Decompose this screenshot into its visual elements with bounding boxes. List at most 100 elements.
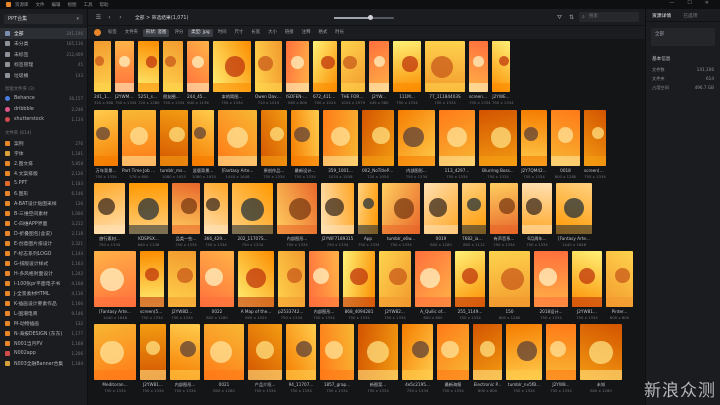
asset-thumbnail[interactable] (248, 324, 282, 380)
asset-thumbnail[interactable] (358, 324, 398, 380)
sidebar-item[interactable]: 5.PPT 1,183 (0, 178, 87, 188)
sidebar-item[interactable]: J-全景素材HTML 4,116 (0, 288, 87, 298)
asset-thumbnail[interactable] (129, 183, 168, 234)
asset-thumbnail[interactable] (556, 183, 592, 234)
sidebar-item[interactable]: N003全融Banner合集 1,184 (0, 358, 87, 368)
asset-thumbnail[interactable] (94, 251, 136, 307)
asset-thumbnail[interactable] (402, 324, 433, 380)
filter-chip[interactable]: 时间 (215, 29, 230, 37)
asset-thumbnail[interactable] (163, 41, 183, 92)
asset-card[interactable]: App 750 x 1334 (358, 183, 380, 250)
sidebar-item[interactable]: M-动物插画 132 (0, 318, 87, 328)
asset-thumbnail[interactable] (187, 41, 209, 92)
asset-card[interactable]: 品类一些... 750 x 1334 (172, 183, 200, 250)
asset-thumbnail[interactable] (546, 324, 576, 380)
sidebar-item[interactable]: A-BAT设计贴图采样 126 (0, 198, 87, 208)
asset-card[interactable]: Owen Davey Ilu...710 x 1015 (255, 41, 282, 108)
asset-card[interactable]: Blurring Boss... 750 x 1334 (479, 110, 517, 182)
sidebar-item[interactable]: Behance 36,157 (0, 94, 87, 105)
menu-item[interactable]: 文件 (36, 2, 45, 8)
asset-thumbnail[interactable] (313, 41, 337, 92)
asset-thumbnail[interactable] (492, 41, 510, 92)
asset-card[interactable]: J2YWE... 750 x 1334 (492, 41, 514, 108)
folder-header[interactable]: 文件夹 (614) (0, 125, 87, 138)
asset-card[interactable]: 竖版背景... 1080 x 1920 (192, 110, 216, 182)
asset-thumbnail[interactable] (424, 183, 458, 234)
asset-card[interactable]: 万年背景... 750 x 1334 (94, 110, 118, 182)
asset-card[interactable]: A_Quilic of... 600 x 800 (415, 251, 451, 323)
asset-card[interactable]: 未知 800 x 1280 (580, 324, 622, 396)
asset-card[interactable]: 359_1001... 1024 x 1536 (323, 110, 358, 182)
asset-thumbnail[interactable] (286, 324, 316, 380)
back-arrow-icon[interactable]: ‹ (105, 13, 114, 22)
asset-thumbnail[interactable] (94, 324, 136, 380)
asset-card[interactable]: J2YW... 445 x 580 (369, 41, 389, 108)
asset-thumbnail[interactable] (439, 110, 475, 166)
asset-card[interactable]: Electronic P... 600 x 800 (473, 324, 502, 396)
asset-thumbnail[interactable] (323, 110, 358, 166)
filter-chip[interactable]: 时长 (332, 29, 347, 37)
asset-thumbnail[interactable] (437, 324, 469, 380)
asset-card[interactable]: 4e5c2195... 750 x 1334 (402, 324, 433, 396)
asset-card[interactable]: 原创作品... 750 x 1334 (261, 110, 287, 182)
asset-thumbnail[interactable] (522, 183, 552, 234)
asset-card[interactable]: 最新设计... 750 x 1334 (291, 110, 319, 182)
filter-chip[interactable]: 注释 (299, 29, 314, 37)
sidebar-item[interactable]: K-插画设计要素作品 1,166 (0, 298, 87, 308)
asset-thumbnail[interactable] (170, 324, 200, 380)
asset-card[interactable]: THE FORECAST...1024 x 1579 (341, 41, 365, 108)
asset-card[interactable]: 内部图形... 750 x 1334 (398, 110, 435, 182)
asset-card[interactable]: 2018设计... 750 x 1334 (534, 251, 568, 323)
color-filter-icon[interactable] (94, 29, 101, 36)
asset-card[interactable]: 本的简图... 750 x 1334 (213, 41, 251, 108)
sidebar-item[interactable]: N002app 1,206 (0, 348, 87, 358)
filter-chip[interactable]: 标签 (105, 29, 120, 37)
asset-thumbnail[interactable] (321, 183, 354, 234)
asset-card[interactable]: 202_11707S... 750 x 1334 (232, 183, 273, 250)
asset-thumbnail[interactable] (473, 324, 502, 380)
asset-thumbnail[interactable] (479, 110, 517, 166)
sidebar-item[interactable]: 未分类 165,116 (0, 39, 87, 50)
asset-card[interactable]: A Map of the... 600 x 1024 (238, 251, 274, 323)
asset-thumbnail[interactable] (160, 110, 188, 166)
sidebar-item[interactable]: H-多风格封面设计 1,242 (0, 268, 87, 278)
asset-thumbnail[interactable] (455, 251, 485, 307)
asset-card[interactable]: 有声音系... 750 x 1334 (490, 183, 518, 250)
asset-card[interactable]: J2YW82... 750 x 1334 (379, 251, 411, 323)
filter-chip[interactable]: 评分 (171, 29, 186, 37)
sidebar-item[interactable]: 标签管理 45 (0, 60, 87, 71)
sidebar-item[interactable]: I-100张pr平面电子书 4,168 (0, 278, 87, 288)
asset-card[interactable]: 内部图形... 750 x 1334 (277, 183, 317, 250)
asset-card[interactable]: 5251_ssdf.jpg720 x 1280 (138, 41, 160, 108)
asset-thumbnail[interactable] (415, 251, 451, 307)
asset-thumbnail[interactable] (168, 251, 196, 307)
asset-card[interactable]: 94_11707... 750 x 1334 (286, 324, 316, 396)
asset-thumbnail[interactable] (192, 110, 214, 166)
asset-card[interactable]: Part Time Job Bar...576 x 600 (122, 110, 156, 182)
asset-thumbnail[interactable] (320, 324, 354, 380)
menu-item[interactable]: 工具 (84, 2, 93, 8)
asset-card[interactable]: 产品介绍... 750 x 1334 (248, 324, 282, 396)
sidebar-item[interactable]: shutterstock 1,134 (0, 115, 87, 126)
sidebar-item[interactable]: dribbble 2,246 (0, 104, 87, 115)
asset-card[interactable]: 0022 800 x 1280 (200, 251, 234, 323)
asset-card[interactable]: 7682_iam-fr...800 x 1112 (462, 183, 486, 250)
filter-chip[interactable]: 格式 (315, 29, 330, 37)
sidebar-item[interactable]: 垃圾桶 143 (0, 70, 87, 81)
sidebar-item[interactable]: C-四维APP界面 3,212 (0, 218, 87, 228)
asset-card[interactable]: [Fantasy Arte... 1440 x 1648 (218, 110, 257, 182)
asset-thumbnail[interactable] (200, 251, 234, 307)
asset-thumbnail[interactable] (138, 41, 159, 92)
asset-thumbnail[interactable] (425, 41, 465, 92)
sidebar-item[interactable]: E-创意图片排设计 2,321 (0, 238, 87, 248)
sidebar-toggle-icon[interactable]: ☰ (94, 13, 103, 22)
asset-card[interactable]: 内部图形... 750 x 1334 (309, 251, 339, 323)
asset-thumbnail[interactable] (521, 110, 547, 166)
asset-card[interactable]: J2YWF7189315 750 x 1334 (321, 183, 354, 250)
asset-card[interactable]: 77_11184403S 750 x 1334 (425, 41, 465, 108)
filter-chip[interactable]: 大小 (265, 29, 280, 37)
asset-card[interactable]: tumblr_o6w... 750 x 1334 (382, 183, 420, 250)
asset-thumbnail[interactable] (309, 251, 339, 307)
asset-thumbnail[interactable] (490, 183, 518, 234)
sidebar-item[interactable]: 字体 1,181 (0, 148, 87, 158)
